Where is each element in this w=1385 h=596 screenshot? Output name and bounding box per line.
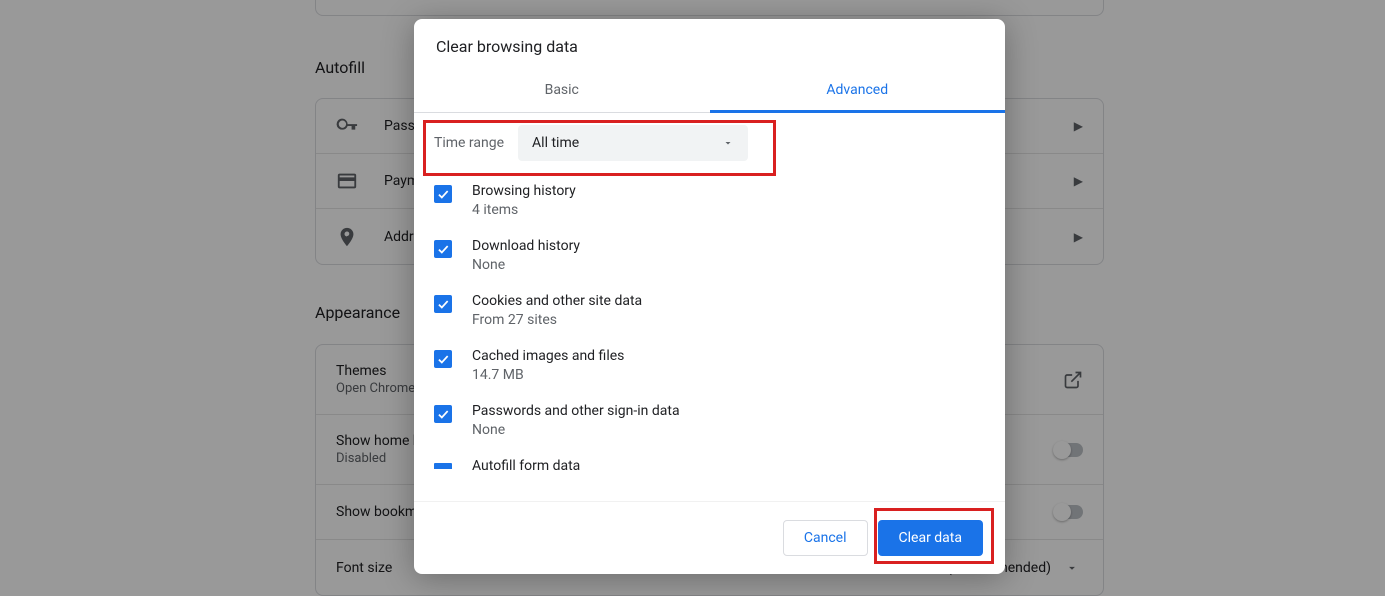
check-sub: 4 items bbox=[472, 202, 576, 218]
checkbox-icon[interactable] bbox=[434, 240, 452, 258]
check-sub: None bbox=[472, 422, 680, 438]
checkbox-icon[interactable] bbox=[434, 350, 452, 368]
tab-basic[interactable]: Basic bbox=[414, 70, 710, 112]
check-sub: From 27 sites bbox=[472, 312, 642, 328]
cancel-button[interactable]: Cancel bbox=[783, 520, 868, 556]
dialog-actions: Cancel Clear data bbox=[414, 501, 1005, 574]
check-item-autofill-partial[interactable]: Autofill form data bbox=[434, 448, 975, 484]
check-item-cookies[interactable]: Cookies and other site data From 27 site… bbox=[434, 283, 975, 338]
check-item-browsing[interactable]: Browsing history 4 items bbox=[434, 173, 975, 228]
dialog-title: Clear browsing data bbox=[414, 19, 1005, 70]
checkbox-icon[interactable] bbox=[434, 295, 452, 313]
check-item-cached[interactable]: Cached images and files 14.7 MB bbox=[434, 338, 975, 393]
clear-data-button[interactable]: Clear data bbox=[878, 520, 983, 556]
checkbox-icon[interactable] bbox=[434, 405, 452, 423]
check-title: Autofill form data bbox=[472, 458, 580, 474]
check-title: Cached images and files bbox=[472, 348, 624, 364]
dialog-body: Time range All time Browsing history 4 i… bbox=[414, 113, 1005, 501]
timerange-row: Time range All time bbox=[414, 113, 995, 173]
check-sub: 14.7 MB bbox=[472, 367, 624, 383]
check-item-passwords[interactable]: Passwords and other sign-in data None bbox=[434, 393, 975, 448]
check-sub: None bbox=[472, 257, 580, 273]
timerange-label: Time range bbox=[434, 135, 504, 151]
tab-advanced[interactable]: Advanced bbox=[710, 70, 1006, 113]
timerange-value: All time bbox=[532, 135, 579, 151]
check-title: Browsing history bbox=[472, 183, 576, 199]
dropdown-arrow-icon bbox=[722, 137, 734, 149]
timerange-select[interactable]: All time bbox=[518, 125, 748, 161]
clear-data-dialog: Clear browsing data Basic Advanced Time … bbox=[414, 19, 1005, 574]
checklist: Browsing history 4 items Download histor… bbox=[414, 173, 995, 484]
check-title: Passwords and other sign-in data bbox=[472, 403, 680, 419]
dialog-tabs: Basic Advanced bbox=[414, 70, 1005, 113]
check-title: Download history bbox=[472, 238, 580, 254]
check-title: Cookies and other site data bbox=[472, 293, 642, 309]
checkbox-icon-partial[interactable] bbox=[434, 463, 452, 469]
dialog-scroll[interactable]: Time range All time Browsing history 4 i… bbox=[414, 113, 995, 501]
check-item-download[interactable]: Download history None bbox=[434, 228, 975, 283]
checkbox-icon[interactable] bbox=[434, 185, 452, 203]
